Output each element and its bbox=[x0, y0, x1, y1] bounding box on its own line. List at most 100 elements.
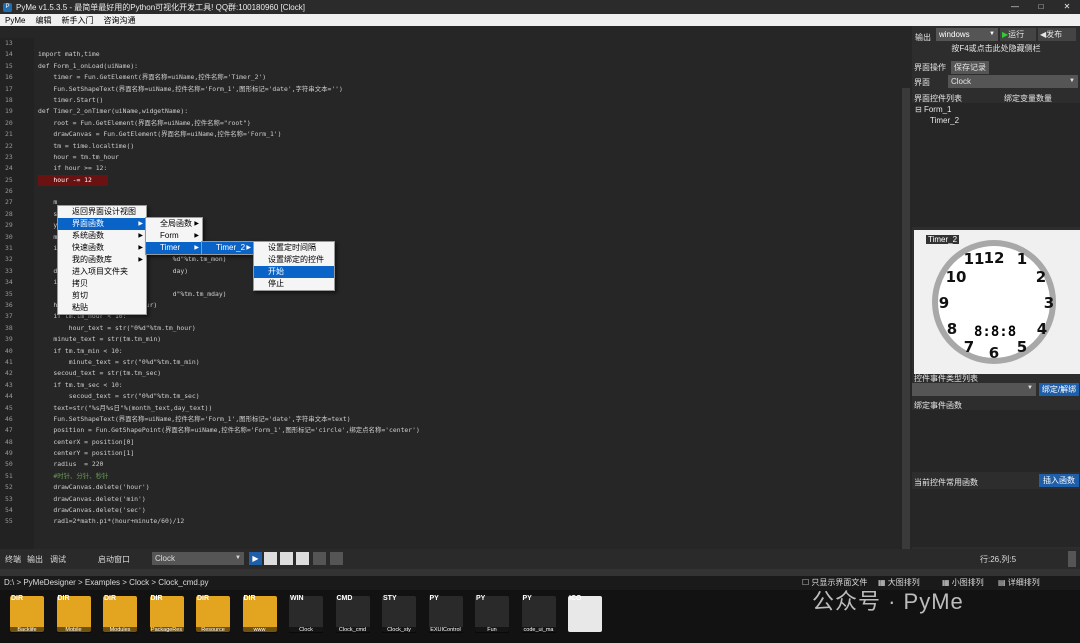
code-line[interactable] bbox=[38, 186, 898, 197]
code-line[interactable]: tm = time.localtime() bbox=[38, 141, 898, 152]
code-line[interactable]: if tm.tm_sec < 10: bbox=[38, 380, 898, 391]
menu-item-stop[interactable]: 停止 bbox=[254, 278, 334, 290]
tree-item-timer-2[interactable]: Timer_2 bbox=[930, 116, 959, 125]
file-item[interactable]: WIN Clock bbox=[287, 595, 325, 640]
align-right-icon[interactable] bbox=[296, 552, 309, 565]
code-line[interactable]: secoud_text = str("0%d"%tm.tm_sec) bbox=[38, 391, 898, 402]
menu-getting-started[interactable]: 新手入门 bbox=[56, 15, 98, 26]
code-line[interactable]: minute_text = str("0%d"%tm.tm_min) bbox=[38, 357, 898, 368]
file-item[interactable]: CMD Clock_cmd bbox=[334, 595, 372, 640]
common-func-list[interactable] bbox=[912, 489, 1080, 547]
code-line[interactable]: if tm.tm_hour < 10: bbox=[38, 311, 898, 322]
code-line[interactable]: minute_text = str(tm.tm_min) bbox=[38, 334, 898, 345]
insert-function-button[interactable]: 插入函数 bbox=[1039, 474, 1079, 487]
code-line[interactable] bbox=[38, 38, 898, 49]
tree-item-form-1[interactable]: ⊟ Form_1 bbox=[915, 105, 952, 114]
menu-item-form[interactable]: Form ▶ bbox=[146, 230, 202, 242]
code-line[interactable]: hour_text = str(tm.tm_hour) bbox=[38, 300, 898, 311]
code-line[interactable]: root = Fun.GetElement(界面名称=uiName,控件名称="… bbox=[38, 118, 898, 129]
code-area[interactable]: import math,time def Form_1_onLoad(uiName… bbox=[38, 38, 898, 528]
splitter[interactable] bbox=[0, 569, 1080, 576]
tab-debug[interactable]: 调试 bbox=[50, 554, 66, 565]
code-line[interactable]: radius = 220 bbox=[38, 459, 898, 470]
bind-unbind-button[interactable]: 绑定/解绑 bbox=[1039, 383, 1079, 396]
startup-window-select[interactable]: Clock ▼ bbox=[152, 552, 244, 565]
file-item[interactable]: PY Fun bbox=[473, 595, 511, 640]
scrollbar-stub[interactable] bbox=[1068, 551, 1076, 567]
code-line[interactable]: def Form_1_onLoad(uiName): bbox=[38, 61, 898, 72]
file-item[interactable]: DIR Resource bbox=[194, 595, 232, 640]
file-item[interactable]: DIR Modules bbox=[101, 595, 139, 640]
menu-item-my-library[interactable]: 我的函数库 ▶ bbox=[58, 254, 146, 266]
menu-edit[interactable]: 编辑 bbox=[30, 15, 56, 26]
tab-save-records[interactable]: 保存记录 bbox=[951, 61, 989, 74]
menu-item-cut[interactable]: 剪切 bbox=[58, 290, 146, 302]
code-line[interactable]: d day) bbox=[38, 266, 898, 277]
code-line[interactable]: import math,time bbox=[38, 49, 898, 60]
minimize-button[interactable]: — bbox=[1002, 0, 1028, 14]
align-left-icon[interactable] bbox=[264, 552, 277, 565]
menu-item-paste[interactable]: 粘贴 bbox=[58, 302, 146, 314]
code-line[interactable]: hour = tm.tm_hour bbox=[38, 152, 898, 163]
code-line[interactable]: rad1=2*math.pi*(hour+minute/60)/12 bbox=[38, 516, 898, 527]
code-line[interactable]: hour_text = str("0%d"%tm.tm_hour) bbox=[38, 323, 898, 334]
code-line[interactable]: %d"%tm.tm_mon) bbox=[38, 254, 898, 265]
menu-item-copy[interactable]: 拷贝 bbox=[58, 278, 146, 290]
breadcrumb[interactable]: D:\ > PyMeDesigner > Examples > Clock > … bbox=[4, 576, 209, 590]
code-line[interactable]: if tm.tm_min < 10: bbox=[38, 346, 898, 357]
menu-item-open-project-folder[interactable]: 进入项目文件夹 bbox=[58, 266, 146, 278]
code-line[interactable]: drawCanvas.delete('hour') bbox=[38, 482, 898, 493]
menu-item-global-functions[interactable]: 全局函数 ▶ bbox=[146, 218, 202, 230]
undo-icon[interactable] bbox=[313, 552, 326, 565]
clear-icon[interactable] bbox=[330, 552, 343, 565]
editor-scrollbar[interactable] bbox=[902, 88, 910, 549]
hide-sidebar-hint[interactable]: 按F4或点击此处隐藏侧栏 bbox=[912, 43, 1080, 54]
bind-func-list[interactable] bbox=[912, 410, 1080, 472]
run-button[interactable]: ▶运行 bbox=[1000, 28, 1036, 41]
publish-button[interactable]: ◀发布 bbox=[1038, 28, 1076, 41]
file-item[interactable]: DIR Mobile bbox=[55, 595, 93, 640]
menu-pyme[interactable]: PyMe bbox=[0, 16, 30, 25]
code-line[interactable]: timer.Start() bbox=[38, 95, 898, 106]
code-line[interactable]: if hour >= 12: bbox=[38, 163, 898, 174]
code-line[interactable]: timer = Fun.GetElement(界面名称=uiName,控件名称=… bbox=[38, 72, 898, 83]
form-preview[interactable]: Timer_2 12 11 1 2 3 4 5 6 7 8 9 10 8:8:8 bbox=[914, 230, 1080, 374]
play-icon[interactable]: ▶ bbox=[249, 552, 262, 565]
menu-item-set-interval[interactable]: 设置定时间隔 bbox=[254, 242, 334, 254]
menu-consult[interactable]: 咨询沟通 bbox=[98, 15, 140, 26]
code-line[interactable]: secoud_text = str(tm.tm_sec) bbox=[38, 368, 898, 379]
code-line[interactable]: m bbox=[38, 197, 898, 208]
menu-item-set-bound-control[interactable]: 设置绑定的控件 bbox=[254, 254, 334, 266]
code-line[interactable]: i bbox=[38, 277, 898, 288]
platform-select[interactable]: windows ▼ bbox=[936, 28, 998, 41]
tab-terminal[interactable]: 终端 bbox=[5, 554, 21, 565]
code-line[interactable]: centerY = position[1] bbox=[38, 448, 898, 459]
file-item[interactable]: DIR PackageRes bbox=[148, 595, 186, 640]
menu-item-quick-functions[interactable]: 快速函数 ▶ bbox=[58, 242, 146, 254]
code-line[interactable]: centerX = position[0] bbox=[38, 437, 898, 448]
event-type-select[interactable]: ▼ bbox=[912, 383, 1036, 396]
menu-item-start[interactable]: 开始 bbox=[254, 266, 334, 278]
file-item[interactable]: DIR www bbox=[241, 595, 279, 640]
menu-item-timer[interactable]: Timer ▶ bbox=[146, 242, 202, 254]
interface-select[interactable]: Clock ▼ bbox=[948, 75, 1078, 88]
code-line[interactable]: Fun.SetShapeText(界面名称=uiName,控件名称='Form_… bbox=[38, 84, 898, 95]
menu-item-system-functions[interactable]: 系统函数 ▶ bbox=[58, 230, 146, 242]
menu-item-back-to-design[interactable]: 返回界面设计视图 bbox=[58, 206, 146, 218]
code-line[interactable]: #时针、分针、秒针 bbox=[38, 471, 898, 482]
code-line[interactable]: hour -= 12 bbox=[38, 174, 108, 187]
file-item[interactable]: DIR Backlife bbox=[8, 595, 46, 640]
file-item[interactable]: STY Clock_sty bbox=[380, 595, 418, 640]
code-line[interactable]: Fun.SetShapeText(界面名称=uiName,控件名称='Form_… bbox=[38, 414, 898, 425]
code-line[interactable]: drawCanvas = Fun.GetElement(界面名称=uiName,… bbox=[38, 129, 898, 140]
code-line[interactable]: def Timer_2_onTimer(uiName,widgetName): bbox=[38, 106, 898, 117]
menu-item-timer-2[interactable]: Timer_2 ▶ bbox=[202, 242, 254, 254]
file-item[interactable]: PY code_ui_ma bbox=[520, 595, 558, 640]
maximize-button[interactable]: □ bbox=[1028, 0, 1054, 14]
tab-interface-ops[interactable]: 界面操作 bbox=[914, 62, 946, 73]
tab-output[interactable]: 输出 bbox=[27, 554, 43, 565]
code-line[interactable]: drawCanvas.delete('sec') bbox=[38, 505, 898, 516]
close-button[interactable]: ✕ bbox=[1054, 0, 1080, 14]
code-line[interactable]: drawCanvas.delete('min') bbox=[38, 494, 898, 505]
file-item[interactable]: PY EXUIControl bbox=[427, 595, 465, 640]
